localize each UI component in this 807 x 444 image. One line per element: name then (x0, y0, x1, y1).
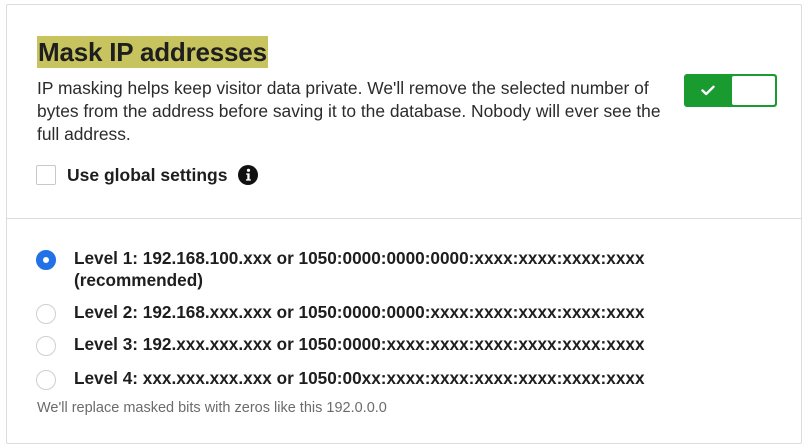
level-2-radio[interactable] (36, 304, 56, 324)
level-4-radio[interactable] (36, 370, 56, 390)
level-1-label[interactable]: Level 1: 192.168.100.xxx or 1050:0000:00… (74, 247, 714, 291)
use-global-settings-checkbox[interactable] (36, 165, 56, 185)
level-1-option[interactable]: Level 1: 192.168.100.xxx or 1050:0000:00… (36, 247, 714, 291)
section-description: IP masking helps keep visitor data priva… (37, 78, 661, 144)
level-3-radio[interactable] (36, 336, 56, 356)
masking-hint: We'll replace masked bits with zeros lik… (37, 400, 387, 416)
level-2-option[interactable]: Level 2: 192.168.xxx.xxx or 1050:0000:00… (36, 301, 714, 324)
mask-ip-toggle[interactable] (684, 74, 777, 107)
level-1-radio[interactable] (36, 250, 56, 270)
level-4-label[interactable]: Level 4: xxx.xxx.xxx.xxx or 1050:00xx:xx… (74, 367, 714, 389)
section-title: Mask IP addresses (37, 36, 268, 68)
global-settings-row: Use global settings (36, 163, 259, 187)
level-3-option[interactable]: Level 3: 192.xxx.xxx.xxx or 1050:0000:xx… (36, 333, 714, 356)
ip-masking-header-section: Mask IP addresses IP masking helps keep … (7, 5, 801, 219)
ip-masking-panel: Mask IP addresses IP masking helps keep … (6, 4, 802, 444)
level-2-label[interactable]: Level 2: 192.168.xxx.xxx or 1050:0000:00… (74, 301, 714, 323)
check-icon (686, 76, 730, 105)
level-3-label[interactable]: Level 3: 192.xxx.xxx.xxx or 1050:0000:xx… (74, 333, 714, 355)
use-global-settings-label[interactable]: Use global settings (67, 165, 227, 186)
level-4-option[interactable]: Level 4: xxx.xxx.xxx.xxx or 1050:00xx:xx… (36, 367, 714, 390)
info-icon[interactable] (238, 165, 259, 185)
toggle-knob (732, 76, 775, 105)
